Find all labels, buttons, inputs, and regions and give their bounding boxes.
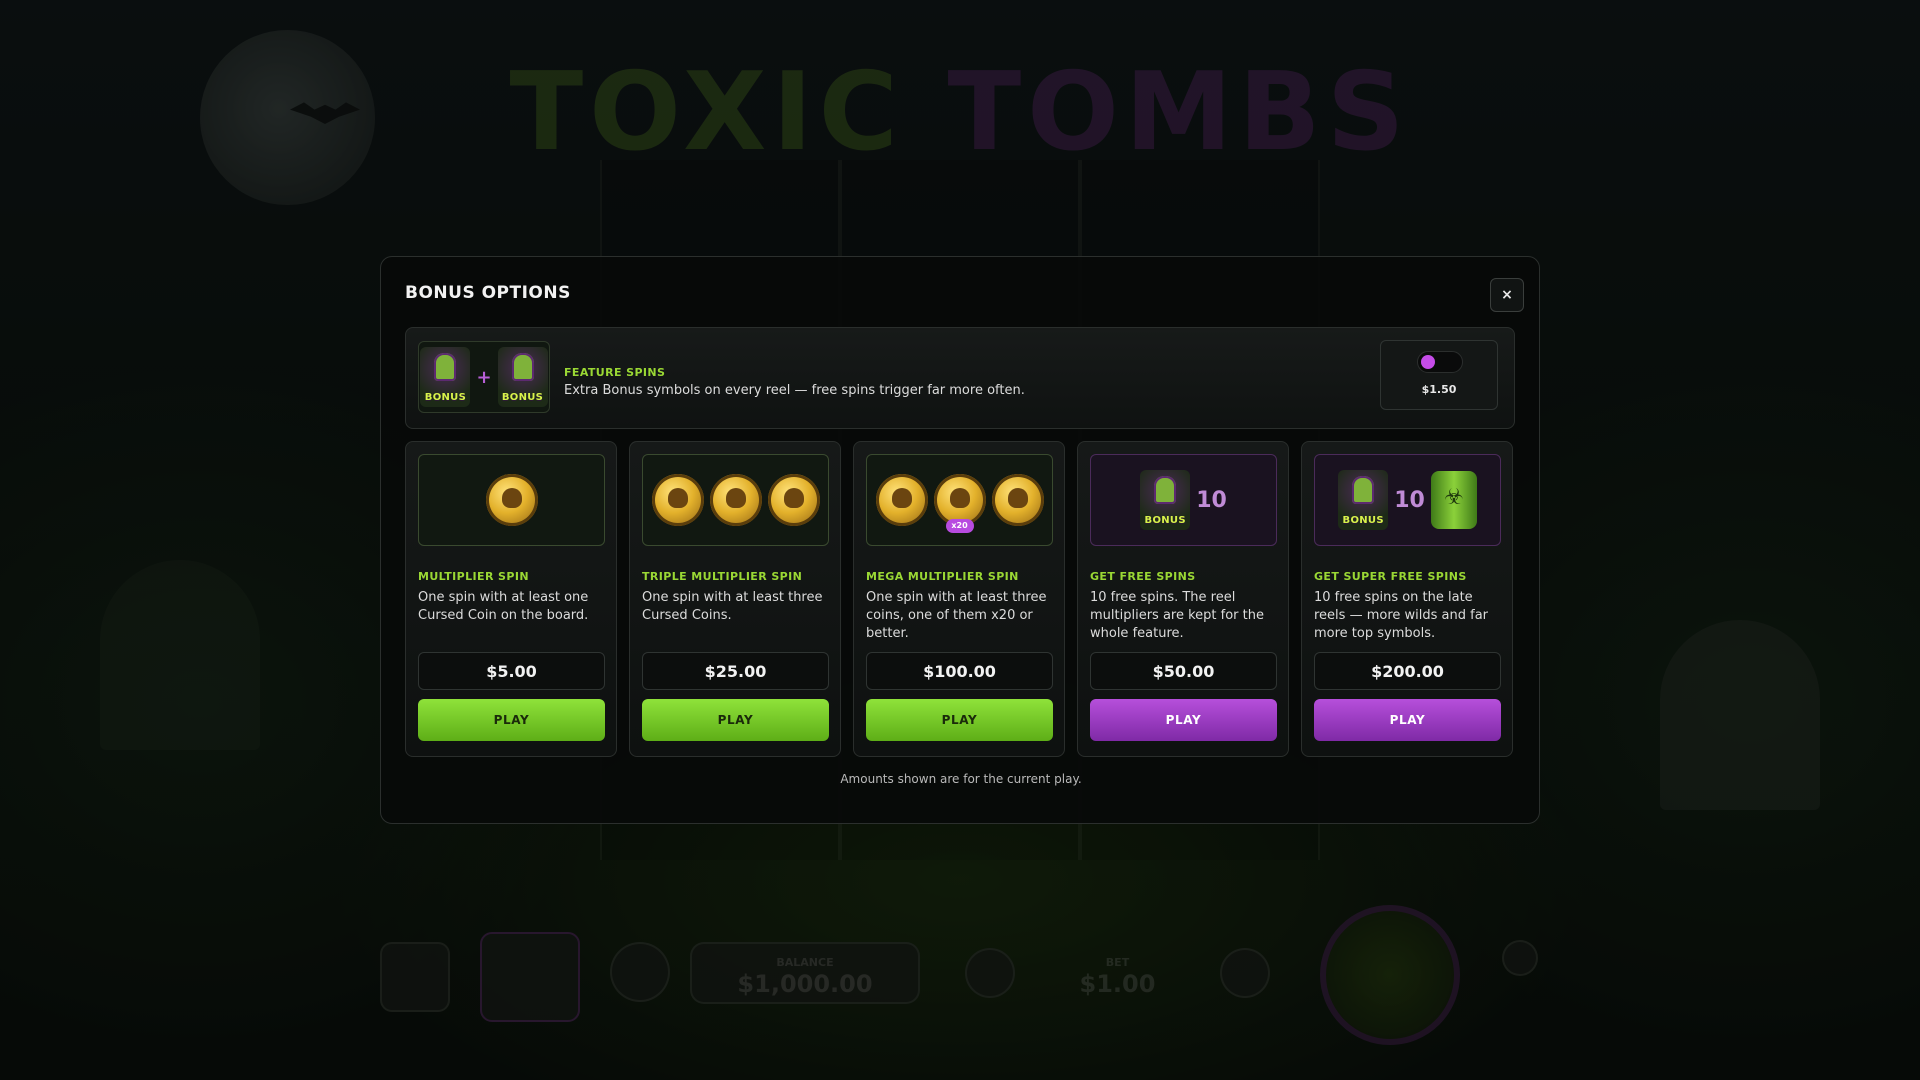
close-button[interactable]: × — [1490, 278, 1524, 312]
option-image: BONUS 10 — [1314, 454, 1501, 546]
bonus-symbol-icon: BONUS — [497, 347, 548, 407]
modal-footnote: Amounts shown are for the current play. — [840, 772, 1082, 786]
option-card-get-super-free-spins: BONUS 10 Get Super Free Spins 10 free sp… — [1301, 441, 1513, 757]
cursed-coin-icon — [709, 474, 762, 526]
option-title: Get Super Free Spins — [1314, 570, 1467, 583]
bonus-symbol-icon: BONUS — [1140, 470, 1191, 530]
feature-toggle-box: $1.50 — [1380, 340, 1498, 410]
option-description: 10 free spins. The reel multipliers are … — [1090, 590, 1264, 641]
feature-price: $1.50 — [1421, 383, 1457, 396]
option-card-multiplier-spin: Multiplier Spin One spin with at least o… — [405, 441, 617, 757]
toxic-barrel-icon — [1430, 471, 1477, 529]
play-button[interactable]: PLAY — [642, 699, 829, 741]
option-image — [642, 454, 829, 546]
option-title: Get Free Spins — [1090, 570, 1196, 583]
bonus-option-cards: Multiplier Spin One spin with at least o… — [405, 441, 1515, 757]
bonus-symbol-icon: BONUS — [420, 347, 471, 407]
feature-description: Extra Bonus symbols on every reel — free… — [564, 383, 1025, 398]
bonus-options-modal: Bonus Options × BONUS + BONUS Feature Sp… — [380, 256, 1540, 824]
spin-count: 10 — [1196, 487, 1227, 513]
cursed-coin-icon — [485, 474, 538, 526]
plus-icon: + — [476, 366, 492, 388]
option-description: One spin with at least three Cursed Coin… — [642, 590, 823, 623]
option-price: $50.00 — [1090, 652, 1277, 690]
play-button[interactable]: PLAY — [1314, 699, 1501, 741]
feature-toggle[interactable] — [1417, 351, 1463, 373]
option-description: One spin with at least three coins, one … — [866, 590, 1047, 641]
cursed-coin-icon: x20 — [933, 474, 986, 533]
toggle-knob — [1421, 355, 1435, 369]
option-description: 10 free spins on the late reels — more w… — [1314, 590, 1489, 641]
option-card-mega-multiplier-spin: x20 Mega Multiplier Spin One spin with a… — [853, 441, 1065, 757]
option-title: Triple Multiplier Spin — [642, 570, 803, 583]
option-title: Multiplier Spin — [418, 570, 529, 583]
option-price: $5.00 — [418, 652, 605, 690]
feature-name: Feature Spins — [564, 366, 666, 379]
option-price: $200.00 — [1314, 652, 1501, 690]
feature-spins-row: BONUS + BONUS Feature Spins Extra Bonus … — [405, 327, 1515, 429]
modal-title: Bonus Options — [405, 283, 571, 303]
multiplier-tag: x20 — [945, 519, 974, 533]
cursed-coin-icon — [651, 474, 704, 526]
cursed-coin-icon — [767, 474, 820, 526]
option-image: x20 — [866, 454, 1053, 546]
option-title: Mega Multiplier Spin — [866, 570, 1019, 583]
bonus-symbol-icon: BONUS — [1338, 470, 1389, 530]
feature-icons: BONUS + BONUS — [418, 341, 550, 413]
option-price: $25.00 — [642, 652, 829, 690]
play-button[interactable]: PLAY — [866, 699, 1053, 741]
play-button[interactable]: PLAY — [418, 699, 605, 741]
cursed-coin-icon — [991, 474, 1044, 526]
option-card-triple-multiplier-spin: Triple Multiplier Spin One spin with at … — [629, 441, 841, 757]
option-image: BONUS 10 — [1090, 454, 1277, 546]
spin-count: 10 — [1394, 487, 1425, 513]
option-description: One spin with at least one Cursed Coin o… — [418, 590, 589, 623]
play-button[interactable]: PLAY — [1090, 699, 1277, 741]
option-card-get-free-spins: BONUS 10 Get Free Spins 10 free spins. T… — [1077, 441, 1289, 757]
option-price: $100.00 — [866, 652, 1053, 690]
option-image — [418, 454, 605, 546]
cursed-coin-icon — [875, 474, 928, 526]
